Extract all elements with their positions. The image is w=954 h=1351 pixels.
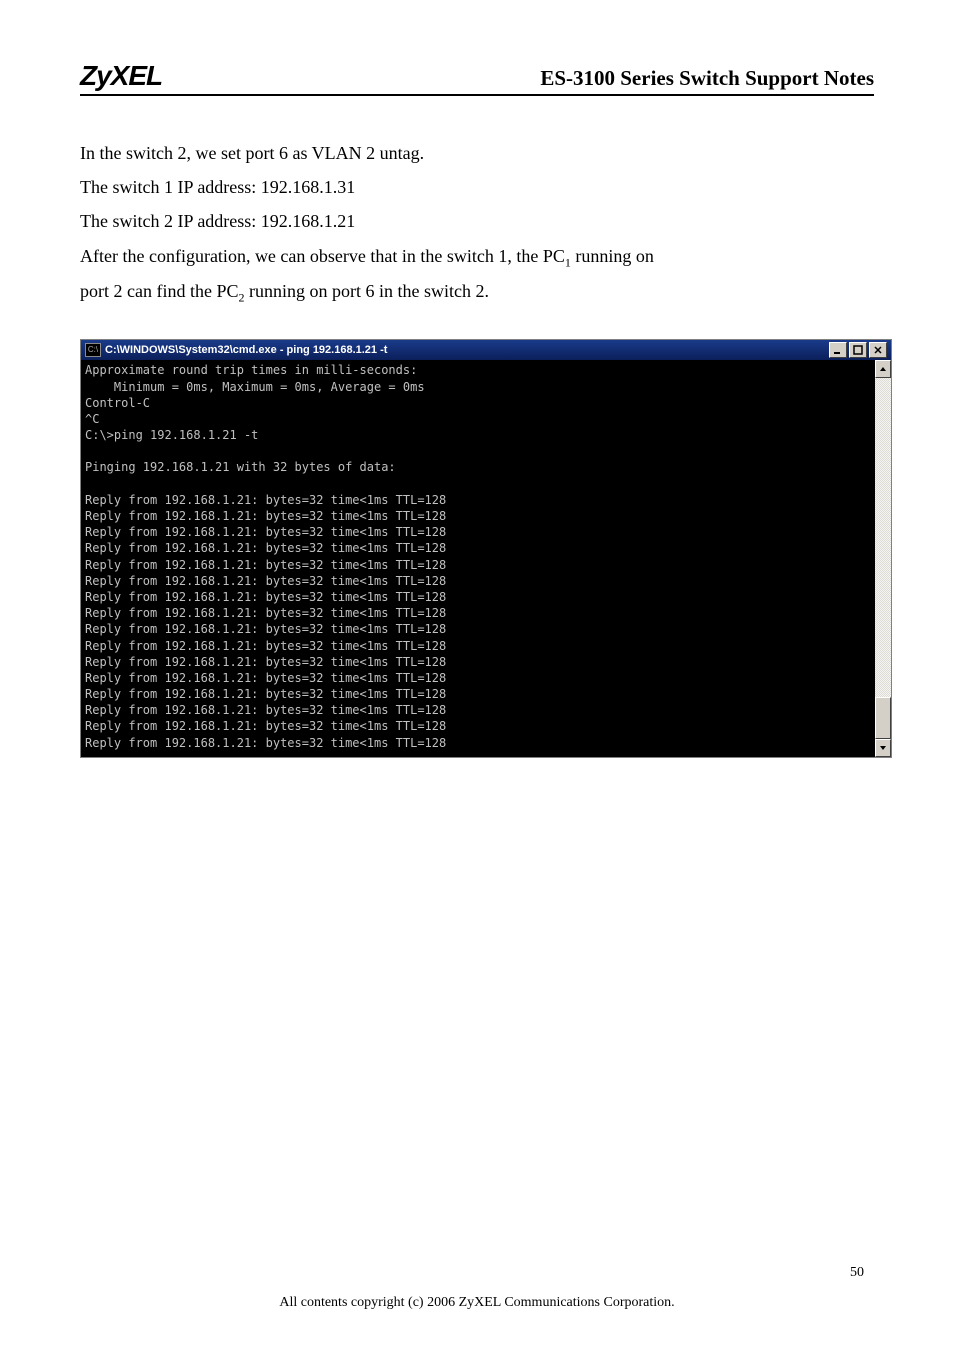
cmd-output: Approximate round trip times in milli-se… xyxy=(81,360,875,757)
page: ZyXEL ES-3100 Series Switch Support Note… xyxy=(0,0,954,1351)
close-button[interactable] xyxy=(869,342,887,358)
scroll-track[interactable] xyxy=(875,378,891,739)
cmd-body: Approximate round trip times in milli-se… xyxy=(81,360,891,757)
brand-logo: ZyXEL xyxy=(80,60,162,92)
cmd-titlebar-text: C:\WINDOWS\System32\cmd.exe - ping 192.1… xyxy=(105,343,827,358)
footer-copyright: All contents copyright (c) 2006 ZyXEL Co… xyxy=(0,1295,954,1311)
scroll-down-button[interactable] xyxy=(875,739,891,757)
body-line-2: The switch 1 IP address: 192.168.1.31 xyxy=(80,170,874,204)
maximize-button[interactable] xyxy=(849,342,867,358)
minimize-button[interactable] xyxy=(829,342,847,358)
cmd-icon: C:\ xyxy=(85,343,101,357)
scroll-up-button[interactable] xyxy=(875,360,891,378)
body-paragraph: In the switch 2, we set port 6 as VLAN 2… xyxy=(80,136,874,309)
vertical-scrollbar[interactable] xyxy=(875,360,891,757)
document-title: ES-3100 Series Switch Support Notes xyxy=(540,66,874,91)
cmd-window: C:\ C:\WINDOWS\System32\cmd.exe - ping 1… xyxy=(80,339,892,758)
body-line-1: In the switch 2, we set port 6 as VLAN 2… xyxy=(80,136,874,170)
cmd-titlebar: C:\ C:\WINDOWS\System32\cmd.exe - ping 1… xyxy=(81,340,891,360)
body-line-5: port 2 can find the PC2 running on port … xyxy=(80,274,874,309)
page-header: ZyXEL ES-3100 Series Switch Support Note… xyxy=(80,60,874,96)
page-number: 50 xyxy=(850,1265,864,1281)
body-line-4: After the configuration, we can observe … xyxy=(80,239,874,274)
body-line-3: The switch 2 IP address: 192.168.1.21 xyxy=(80,204,874,238)
scroll-thumb[interactable] xyxy=(875,697,891,739)
